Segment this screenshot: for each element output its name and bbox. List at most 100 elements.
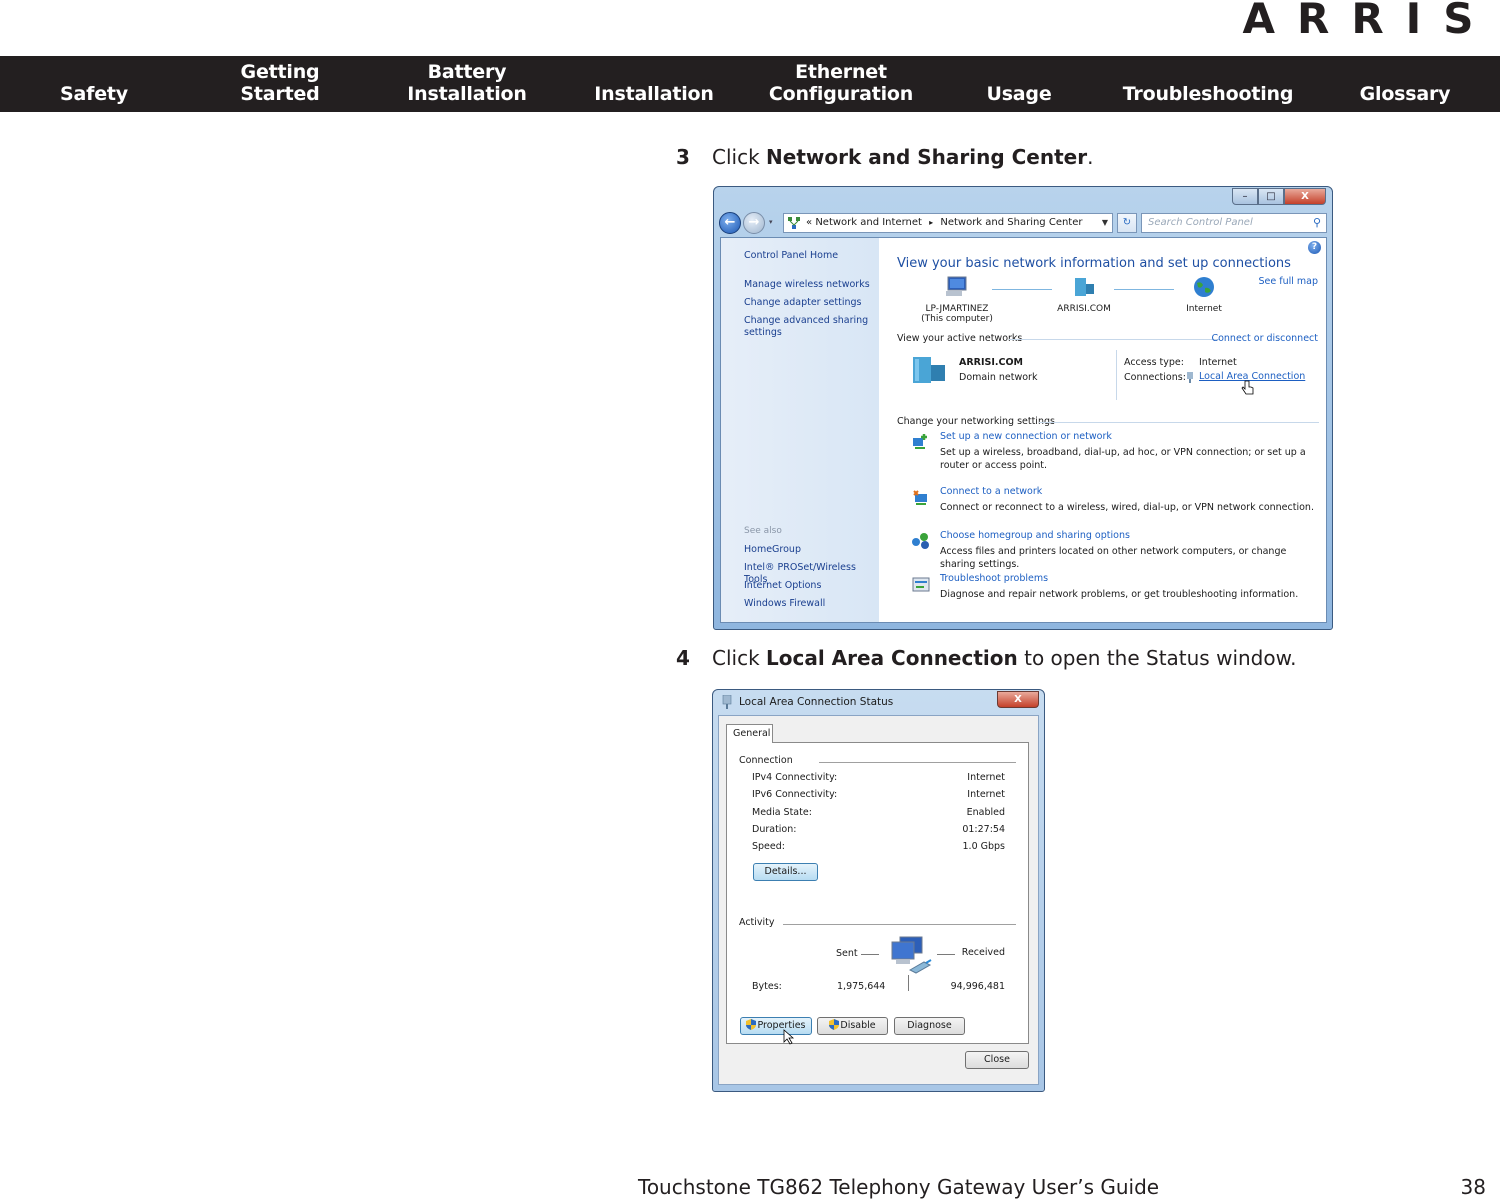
network-icon [788,217,800,229]
task-new-connection-link[interactable]: Set up a new connection or network [940,431,1112,442]
access-type-label: Access type: [1124,357,1184,368]
minimize-button[interactable]: – [1232,188,1258,205]
step-target: Local Area Connection [766,646,1018,670]
left-task-pane: Control Panel Home Manage wireless netwo… [721,238,879,622]
vertical-divider [1116,350,1117,400]
nav-label: Safety [60,83,128,105]
media-state-label: Media State: [752,807,812,818]
maximize-button[interactable]: □ [1258,188,1284,205]
troubleshoot-icon [912,577,930,592]
internet-options-link[interactable]: Internet Options [744,580,821,592]
speed-value: 1.0 Gbps [962,841,1006,852]
breadcrumb-network-internet[interactable]: Network and Internet [815,217,922,228]
refresh-button[interactable]: ↻ [1117,213,1137,233]
properties-button[interactable]: Properties [740,1017,812,1035]
map-node-internet[interactable]: Internet [1164,276,1244,314]
ethernet-plug-icon [722,695,732,709]
task-homegroup-desc: Access files and printers located on oth… [940,546,1287,570]
homegroup-icon [912,533,929,549]
activity-group-label: Activity [739,917,779,928]
disable-label: Disable [840,1020,876,1031]
step-4: 4 Click Local Area Connection to open the… [676,646,1296,670]
access-type-value: Internet [1199,357,1237,368]
internet-label: Internet [1186,304,1222,314]
address-toolbar: ← → ▾ « Network and Internet ▸ Network a… [719,211,1327,235]
control-panel-home-link[interactable]: Control Panel Home [744,250,838,262]
nav-label: Installation [407,83,527,105]
hand-cursor-icon [1241,380,1254,395]
search-input[interactable]: Search Control Panel ⚲ [1141,213,1327,233]
close-button[interactable]: X [997,691,1039,708]
nav-installation[interactable]: Installation [584,56,724,112]
connect-or-disconnect-link[interactable]: Connect or disconnect [1211,333,1318,344]
speed-label: Speed: [752,841,785,852]
step-text: . [1087,145,1094,169]
domain-name: ARRISI.COM [1057,304,1111,314]
step-number: 3 [676,145,690,169]
bytes-label: Bytes: [752,981,782,992]
breadcrumb-separator: ▸ [929,218,934,227]
change-advanced-sharing-link[interactable]: Change advanced sharing [744,315,868,327]
close-dialog-button[interactable]: Close [965,1051,1029,1069]
page-title: View your basic network information and … [897,256,1291,271]
nav-ethernet-configuration[interactable]: Ethernet Configuration [761,56,921,112]
address-bar[interactable]: « Network and Internet ▸ Network and Sha… [783,213,1113,233]
step-target: Network and Sharing Center [766,145,1088,169]
nav-label: Glossary [1359,83,1451,105]
change-adapter-link[interactable]: Change adapter settings [744,297,861,309]
breadcrumb-network-sharing-center[interactable]: Network and Sharing Center [940,217,1082,228]
svg-text:ARRIS: ARRIS [1242,0,1495,40]
tab-general[interactable]: General [726,724,773,743]
general-tab-panel: Connection IPv4 Connectivity: Internet I… [726,742,1029,1045]
new-connection-icon [913,434,927,449]
nav-troubleshooting[interactable]: Troubleshooting [1113,56,1303,112]
step-3: 3 Click Network and Sharing Center. [676,145,1093,169]
nav-label: Configuration [768,83,914,105]
duration-value: 01:27:54 [962,824,1005,835]
ethernet-plug-icon [1187,372,1193,383]
history-dropdown-icon[interactable]: ▾ [769,218,773,226]
nav-glossary[interactable]: Glossary [1345,56,1465,112]
properties-label: Properties [757,1020,806,1031]
active-network-name: ARRISI.COM [959,357,1024,368]
back-button[interactable]: ← [719,212,741,234]
nav-getting-started[interactable]: Getting Started [220,56,340,112]
task-homegroup-link[interactable]: Choose homegroup and sharing options [940,530,1130,541]
computer-icon [946,276,967,296]
disable-button[interactable]: Disable [817,1017,888,1035]
chapter-navbar: Safety Getting Started Battery Installatio… [0,56,1500,112]
sent-dash [861,954,879,955]
change-advanced-sharing-link-cont[interactable]: settings [744,327,782,339]
ipv6-label: IPv6 Connectivity: [752,789,838,800]
step-text: Click [712,646,767,670]
see-full-map-link[interactable]: See full map [1258,276,1318,287]
details-button[interactable]: Details... [753,863,818,881]
help-icon[interactable]: ? [1308,241,1321,254]
window-title: Local Area Connection Status [739,696,894,708]
globe-icon [1194,277,1214,297]
task-new-connection-desc: Set up a wireless, broadband, dial-up, a… [940,447,1306,471]
search-icon[interactable]: ⚲ [1313,214,1321,232]
breadcrumb-chevron: « [806,217,813,228]
task-troubleshoot-link[interactable]: Troubleshoot problems [940,573,1048,584]
window-client-area: Control Panel Home Manage wireless netwo… [720,237,1327,623]
forward-button[interactable]: → [743,212,765,234]
nav-battery-installation[interactable]: Battery Installation [397,56,537,112]
arris-logo-wordmark: ARRIS [1242,0,1495,43]
homegroup-link[interactable]: HomeGroup [744,544,801,556]
received-label: Received [961,947,1005,958]
task-connect-network-link[interactable]: Connect to a network [940,486,1042,497]
nav-safety[interactable]: Safety [34,56,154,112]
diagnose-button[interactable]: Diagnose [894,1017,965,1035]
computer-name: LP-JMARTINEZ [925,304,989,314]
close-button[interactable]: X [1284,188,1326,205]
manage-wireless-link[interactable]: Manage wireless networks [744,279,870,291]
footer-document-title: Touchstone TG862 Telephony Gateway User’… [638,1175,1160,1199]
map-node-domain: ARRISI.COM [1034,276,1134,314]
nav-label: Troubleshooting [1122,83,1294,105]
chevron-down-icon[interactable]: ▼ [1102,214,1108,232]
nav-usage[interactable]: Usage [969,56,1069,112]
windows-firewall-link[interactable]: Windows Firewall [744,598,825,610]
nav-label: Usage [986,83,1052,105]
ipv4-value: Internet [967,772,1005,783]
